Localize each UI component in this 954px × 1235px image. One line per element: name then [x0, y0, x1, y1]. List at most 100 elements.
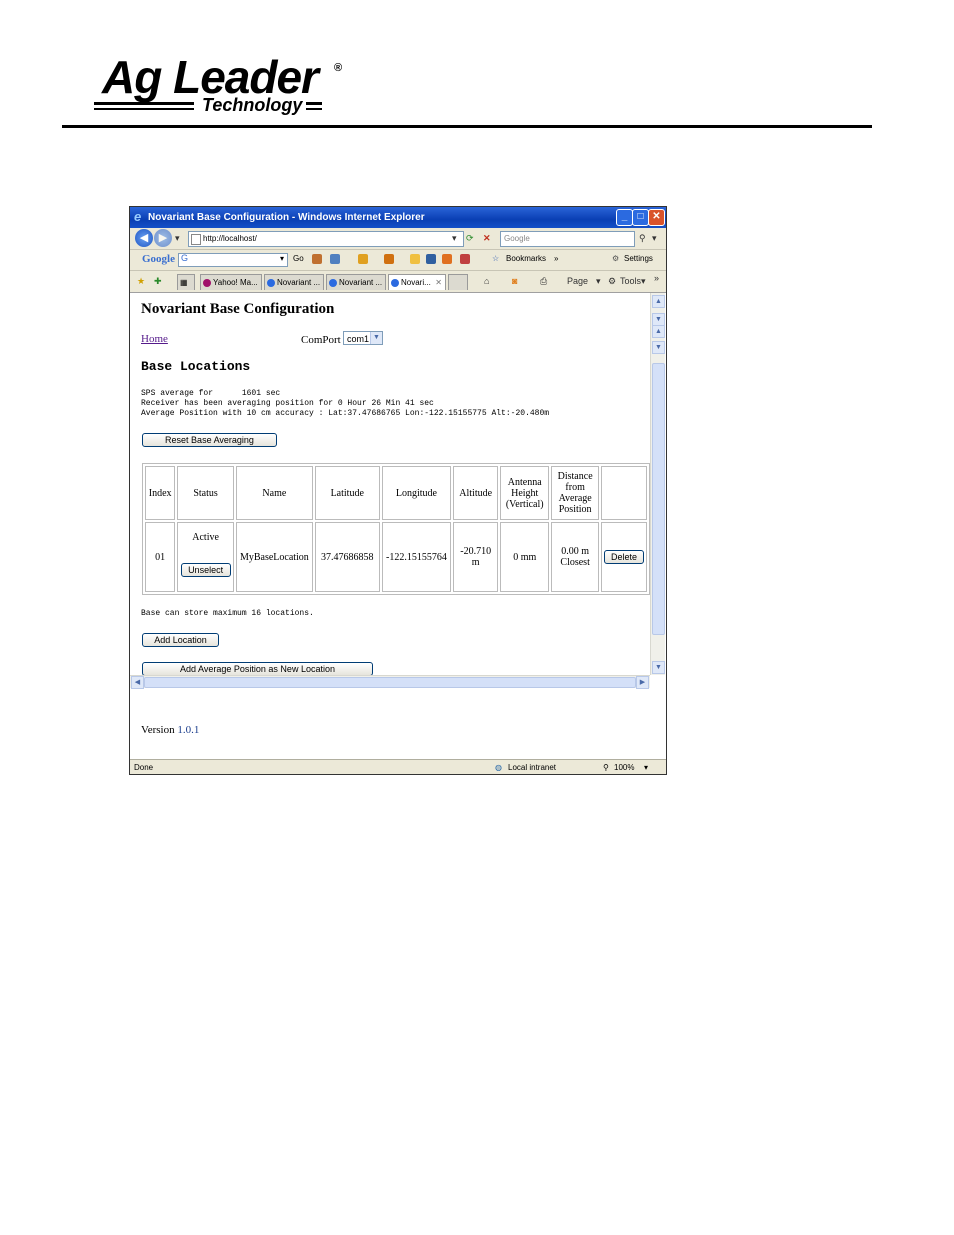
logo-rule: [94, 102, 194, 105]
toolbar-tool-icon[interactable]: [410, 254, 420, 264]
reset-base-averaging-button[interactable]: Reset Base Averaging: [142, 433, 277, 447]
tab-label: Novari...: [401, 278, 431, 287]
home-link[interactable]: Home: [141, 333, 168, 345]
header-action: [600, 466, 647, 520]
toolbar-tool-icon[interactable]: [384, 254, 394, 264]
ie-icon: e: [134, 209, 142, 224]
vertical-scrollbar[interactable]: ▲ ▼ ▲ ▼ ▼: [650, 293, 665, 675]
toolbar-tool-icon[interactable]: [426, 254, 436, 264]
settings-gear-icon[interactable]: ⚙: [612, 254, 619, 263]
add-favorite-icon[interactable]: ✚: [154, 274, 162, 288]
scroll-right-icon[interactable]: ▶: [636, 676, 649, 689]
ie-tab-icon: [391, 279, 399, 287]
cell-altitude: -20.710 m: [453, 522, 499, 592]
toolbar-tool-icon[interactable]: [358, 254, 368, 264]
google-dropdown-icon[interactable]: ▾: [280, 254, 284, 263]
header-longitude: Longitude: [381, 466, 452, 520]
bookmarks-star-icon[interactable]: ☆: [492, 254, 499, 263]
maximize-icon[interactable]: □: [632, 209, 649, 226]
unselect-button[interactable]: Unselect: [180, 562, 231, 577]
yahoo-icon: [203, 279, 211, 287]
header-antenna-height: Antenna Height (Vertical): [500, 466, 550, 520]
tools-menu-button[interactable]: Tools: [620, 274, 641, 288]
tab-novariant-active[interactable]: Novari... ✕: [388, 274, 446, 290]
logo-rule: [94, 108, 194, 110]
address-input[interactable]: http://localhost/: [188, 231, 464, 247]
zoom-icon[interactable]: ⚲: [603, 763, 609, 772]
zoom-level[interactable]: 100%: [614, 763, 634, 772]
tab-yahoo[interactable]: Yahoo! Ma...: [200, 274, 262, 290]
settings-button[interactable]: Settings: [624, 254, 653, 263]
search-dropdown-icon[interactable]: ▾: [652, 231, 657, 245]
scroll-up-icon[interactable]: ▲: [652, 325, 665, 338]
print-icon[interactable]: ⎙: [540, 274, 547, 288]
tab-novariant-2[interactable]: Novariant ...: [326, 274, 386, 290]
scroll-thumb[interactable]: [144, 677, 636, 688]
add-average-position-button[interactable]: Add Average Position as New Location: [142, 662, 373, 675]
ie-tab-icon: [267, 279, 275, 287]
sps-average-text: SPS average for 1601 sec: [141, 389, 281, 398]
chevron-down-icon: ▼: [370, 332, 382, 344]
scroll-down-icon[interactable]: ▼: [652, 661, 665, 674]
address-dropdown-icon[interactable]: ▾: [452, 231, 457, 245]
header-name: Name: [235, 466, 313, 520]
logo-rule: [306, 108, 322, 110]
google-search-input[interactable]: G: [178, 253, 288, 267]
window-titlebar[interactable]: e Novariant Base Configuration - Windows…: [130, 207, 666, 228]
capacity-text: Base can store maximum 16 locations.: [141, 609, 314, 618]
cell-action: Delete: [600, 522, 647, 592]
new-tab-button[interactable]: [448, 274, 468, 290]
scroll-down-icon[interactable]: ▼: [652, 341, 665, 354]
go-button[interactable]: Go: [293, 254, 304, 263]
minimize-icon[interactable]: _: [616, 209, 633, 226]
add-location-button[interactable]: Add Location: [142, 633, 219, 647]
base-locations-table: Index Status Name Latitude Longitude Alt…: [142, 463, 650, 595]
zoom-dropdown-icon[interactable]: ▾: [644, 763, 648, 772]
cell-status: Active Unselect: [177, 522, 234, 592]
distance-value: 0.00 m: [561, 546, 590, 557]
scroll-left-icon[interactable]: ◀: [131, 676, 144, 689]
tab-novariant-1[interactable]: Novariant ...: [264, 274, 324, 290]
distance-closest: Closest: [560, 557, 590, 568]
delete-button[interactable]: Delete: [603, 550, 644, 564]
google-box-label: G: [181, 253, 189, 263]
tools-gear-icon[interactable]: ⚙: [608, 274, 616, 288]
close-icon[interactable]: ✕: [648, 209, 665, 226]
feeds-icon[interactable]: ◙: [512, 274, 517, 288]
favorites-star-icon[interactable]: ★: [137, 274, 145, 288]
tab-label: Novariant ...: [339, 278, 383, 287]
toolbar-tool-icon[interactable]: [330, 254, 340, 264]
search-icon[interactable]: ⚲: [639, 231, 646, 245]
search-input[interactable]: Google: [500, 231, 635, 247]
tab-close-icon[interactable]: ✕: [435, 275, 442, 290]
tab-label: Yahoo! Ma...: [213, 278, 258, 287]
more-icon[interactable]: »: [654, 271, 659, 285]
quick-tabs-icon[interactable]: ▦: [177, 274, 195, 290]
ie-tab-icon: [329, 279, 337, 287]
comport-select[interactable]: com1 ▼: [343, 331, 383, 345]
logo-sub-text: Technology: [202, 95, 303, 115]
more-icon[interactable]: »: [554, 254, 558, 263]
status-text: Done: [134, 763, 154, 772]
horizontal-scrollbar[interactable]: ◀ ▶: [130, 675, 650, 689]
forward-icon[interactable]: ▶: [154, 229, 172, 247]
scroll-thumb[interactable]: [652, 363, 665, 635]
comport-value: com1: [347, 334, 370, 344]
address-bar: ◀ ▶ ▾ http://localhost/ ▾ ⟳ ✕ Google ⚲ ▾: [130, 228, 666, 250]
stop-icon[interactable]: ✕: [483, 231, 491, 245]
back-icon[interactable]: ◀: [135, 229, 153, 247]
bookmarks-button[interactable]: Bookmarks: [506, 254, 546, 263]
comport-label: ComPort: [301, 334, 341, 346]
home-icon[interactable]: ⌂: [484, 274, 489, 288]
toolbar-tool-icon[interactable]: [312, 254, 322, 264]
section-title: Base Locations: [141, 359, 251, 374]
page-menu-button[interactable]: Page: [567, 274, 588, 288]
history-dropdown-icon[interactable]: ▾: [175, 231, 180, 245]
header-index: Index: [145, 466, 176, 520]
scroll-up-icon[interactable]: ▲: [652, 295, 665, 308]
refresh-icon[interactable]: ⟳: [466, 231, 474, 245]
header-distance: Distance from Average Position: [551, 466, 599, 520]
toolbar-tool-icon[interactable]: [442, 254, 452, 264]
zone-text: Local intranet: [508, 763, 557, 772]
toolbar-tool-icon[interactable]: [460, 254, 470, 264]
